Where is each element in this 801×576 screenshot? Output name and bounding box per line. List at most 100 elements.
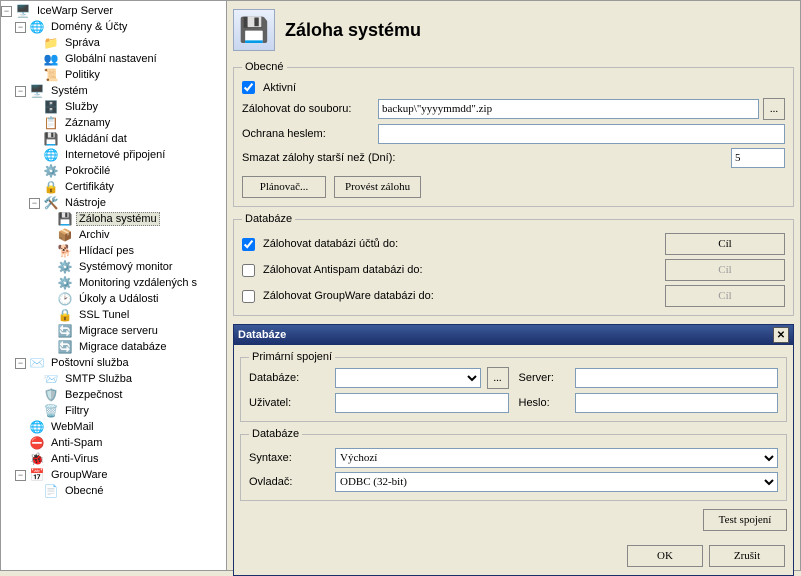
tree-migserv[interactable]: 🔄Migrace serveru [1,323,226,339]
active-checkbox[interactable] [242,81,255,94]
db-browse-button[interactable]: ... [487,367,509,389]
tree-zaznamy[interactable]: 📋Záznamy [1,115,226,131]
tree-migdb[interactable]: 🔄Migrace databáze [1,339,226,355]
server-label: Server: [519,372,569,384]
tree-filtry[interactable]: 🗑️Filtry [1,403,226,419]
tree-antivirus[interactable]: 🐞Anti-Virus [1,451,226,467]
services-icon: 🗄️ [43,99,59,115]
accounts-target-button[interactable]: Cíl [665,233,785,255]
driver-select[interactable]: ODBC (32-bit) [335,472,778,492]
db-label: Databáze: [249,372,329,384]
tree-groupware[interactable]: −📅GroupWare [1,467,226,483]
legend-general: Obecné [242,61,287,73]
user-label: Uživatel: [249,397,329,409]
tree-domains[interactable]: −🌐Domény & Účty [1,19,226,35]
remote-icon: ⚙️ [57,275,73,291]
system-icon: 🖥️ [29,83,45,99]
block-icon: ⛔ [29,435,45,451]
run-backup-button[interactable]: Provést zálohu [334,176,421,198]
tree-monvzdal[interactable]: ⚙️Monitoring vzdálených s [1,275,226,291]
server-icon: 🖥️ [15,3,31,19]
syntax-select[interactable]: Výchozí [335,448,778,468]
tree-root[interactable]: −🖥️IceWarp Server [1,3,226,19]
tree-antispam[interactable]: ⛔Anti-Spam [1,435,226,451]
legend-primary: Primární spojení [249,351,335,363]
migrate-icon: 🔄 [57,339,73,355]
tree-pokrocile[interactable]: ⚙️Pokročilé [1,163,226,179]
test-connection-button[interactable]: Test spojení [703,509,787,531]
delete-old-input[interactable] [731,148,785,168]
tree-system[interactable]: −🖥️Systém [1,83,226,99]
db-select[interactable] [335,368,481,388]
folder-icon: 📁 [43,35,59,51]
backup-file-label: Zálohovat do souboru: [242,103,374,115]
users-icon: 👥 [43,51,59,67]
antispam-db-checkbox[interactable] [242,264,255,277]
tree-ssl[interactable]: 🔒SSL Tunel [1,307,226,323]
tree-archiv[interactable]: 📦Archiv [1,227,226,243]
tree-cert[interactable]: 🔒Certifikáty [1,179,226,195]
tree-nastroje[interactable]: −🛠️Nástroje [1,195,226,211]
pass-input[interactable] [575,393,779,413]
log-icon: 📋 [43,115,59,131]
close-icon[interactable]: ✕ [773,327,789,343]
watchdog-icon: 🐕 [57,243,73,259]
tree-zaloha[interactable]: 💾Záloha systému [1,211,226,227]
tree-posta[interactable]: −✉️Poštovní služba [1,355,226,371]
tree-sysmon[interactable]: ⚙️Systémový monitor [1,259,226,275]
password-label: Ochrana heslem: [242,128,374,140]
delete-old-label: Smazat zálohy starší než (Dní): [242,152,727,164]
server-input[interactable] [575,368,779,388]
active-label: Aktivní [263,82,296,94]
tree-internet[interactable]: 🌐Internetové připojení [1,147,226,163]
cancel-button[interactable]: Zrušit [709,545,785,567]
group-db2: Databáze Syntaxe: Výchozí Ovladač: ODBC … [240,428,787,501]
user-input[interactable] [335,393,509,413]
tree-hlidaci[interactable]: 🐕Hlídací pes [1,243,226,259]
groupware-db-checkbox[interactable] [242,290,255,303]
backup-file-input[interactable] [378,99,759,119]
save-icon: 💾 [233,9,275,51]
archive-icon: 📦 [57,227,73,243]
tree-sluzby[interactable]: 🗄️Služby [1,99,226,115]
tree-politiky[interactable]: 📜Politiky [1,67,226,83]
driver-label: Ovladač: [249,476,329,488]
group-primary-conn: Primární spojení Databáze: ... Server: [240,351,787,422]
password-input[interactable] [378,124,785,144]
ok-button[interactable]: OK [627,545,703,567]
group-database: Databáze Zálohovat databázi účtů do: Cíl… [233,213,794,316]
database-dialog: Databáze ✕ Primární spojení Databáze: ..… [233,324,794,576]
page-title: Záloha systému [285,20,421,41]
tree-glob[interactable]: 👥Globální nastavení [1,51,226,67]
accounts-db-checkbox[interactable] [242,238,255,251]
nav-tree[interactable]: −🖥️IceWarp Server −🌐Domény & Účty 📁Správ… [1,1,227,570]
content-panel: 💾 Záloha systému Obecné Aktivní Zálohova… [227,1,800,570]
syntax-label: Syntaxe: [249,452,329,464]
lock-icon: 🔒 [43,179,59,195]
page-icon: 📄 [43,483,59,499]
browse-button[interactable]: ... [763,98,785,120]
tree-ukladani[interactable]: 💾Ukládání dat [1,131,226,147]
tree-smtp[interactable]: 📨SMTP Služba [1,371,226,387]
tree-ukoly[interactable]: 🕑Úkoly a Události [1,291,226,307]
clock-icon: 🕑 [57,291,73,307]
globe-icon: 🌐 [29,419,45,435]
gear-icon: ⚙️ [43,163,59,179]
antispam-target-button: Cíl [665,259,785,281]
lock-icon: 🔒 [57,307,73,323]
mail-icon: 📨 [43,371,59,387]
tree-webmail[interactable]: 🌐WebMail [1,419,226,435]
dialog-titlebar[interactable]: Databáze ✕ [234,325,793,345]
scheduler-button[interactable]: Plánovač... [242,176,326,198]
group-general: Obecné Aktivní Zálohovat do souboru: ...… [233,61,794,207]
save-icon: 💾 [57,211,73,227]
disk-icon: 💾 [43,131,59,147]
tree-obecne-gw[interactable]: 📄Obecné [1,483,226,499]
policy-icon: 📜 [43,67,59,83]
tree-bezp[interactable]: 🛡️Bezpečnost [1,387,226,403]
migrate-icon: 🔄 [57,323,73,339]
dialog-title: Databáze [238,329,286,341]
tree-sprava[interactable]: 📁Správa [1,35,226,51]
tree-label: IceWarp Server [34,5,116,17]
legend-db2: Databáze [249,428,302,440]
